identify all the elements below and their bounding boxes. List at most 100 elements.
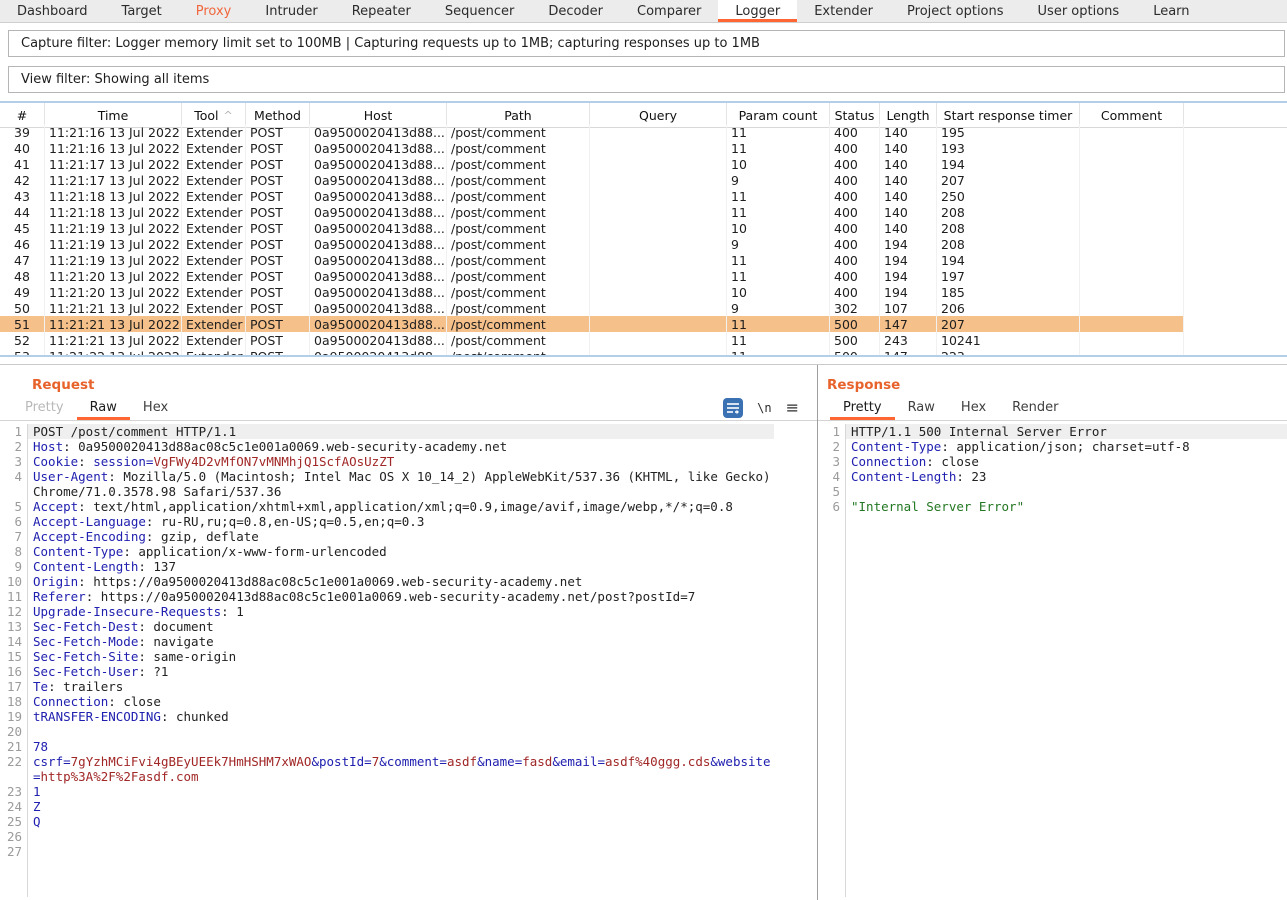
- table-row-52[interactable]: 5211:21:21 13 Jul 2022ExtenderPOST0a9500…: [0, 332, 1287, 348]
- line-number: 4: [818, 469, 846, 484]
- editor-line: 8Content-Type: application/x-www-form-ur…: [0, 544, 817, 559]
- line-content: Te: trailers: [28, 679, 774, 694]
- response-tab-raw[interactable]: Raw: [895, 395, 948, 420]
- line-number: 25: [0, 814, 28, 829]
- request-tab-pretty[interactable]: Pretty: [12, 395, 77, 420]
- table-row-51[interactable]: 5111:21:21 13 Jul 2022ExtenderPOST0a9500…: [0, 316, 1287, 332]
- editor-line: 22csrf=7gYzhMCiFvi4gBEyUEEk7HmHSHM7xWAO&…: [0, 754, 817, 784]
- table-row-39[interactable]: 3911:21:16 13 Jul 2022ExtenderPOST0a9500…: [0, 124, 1287, 140]
- tab-comparer[interactable]: Comparer: [620, 0, 718, 22]
- line-number: 20: [0, 724, 28, 739]
- editor-line: 11Referer: https://0a9500020413d88ac08c5…: [0, 589, 817, 604]
- cell-tool: Extender: [182, 300, 246, 316]
- request-tab-hex[interactable]: Hex: [130, 395, 181, 420]
- tab-logger[interactable]: Logger: [718, 0, 797, 22]
- tab-target[interactable]: Target: [105, 0, 179, 22]
- table-row-49[interactable]: 4911:21:20 13 Jul 2022ExtenderPOST0a9500…: [0, 284, 1287, 300]
- request-panel: Request PrettyRawHex \n ≡ 1POST /post/co…: [0, 365, 818, 900]
- tab-learn[interactable]: Learn: [1136, 0, 1206, 22]
- response-tab-pretty[interactable]: Pretty: [830, 395, 895, 420]
- top-tabbar: DashboardTargetProxyIntruderRepeaterSequ…: [0, 0, 1287, 23]
- table-row-43[interactable]: 4311:21:18 13 Jul 2022ExtenderPOST0a9500…: [0, 188, 1287, 204]
- cell-host: 0a9500020413d88...: [310, 268, 447, 284]
- capture-filter-text: Capture filter: Logger memory limit set …: [21, 36, 760, 51]
- response-tab-hex[interactable]: Hex: [948, 395, 999, 420]
- cell-start-response-timer: 207: [937, 172, 1080, 188]
- table-row-45[interactable]: 4511:21:19 13 Jul 2022ExtenderPOST0a9500…: [0, 220, 1287, 236]
- cell-method: POST: [246, 156, 310, 172]
- cell-time: 11:21:17 13 Jul 2022: [45, 172, 182, 188]
- request-title: Request: [0, 365, 817, 395]
- request-editor[interactable]: 1POST /post/comment HTTP/1.12Host: 0a950…: [0, 421, 817, 897]
- cell-length: 107: [880, 300, 937, 316]
- table-row-50[interactable]: 5011:21:21 13 Jul 2022ExtenderPOST0a9500…: [0, 300, 1287, 316]
- line-number: 27: [0, 844, 28, 859]
- tab-intruder[interactable]: Intruder: [248, 0, 334, 22]
- line-content: 1: [28, 784, 774, 799]
- cell-param-count: 11: [727, 188, 830, 204]
- cell-host: 0a9500020413d88...: [310, 204, 447, 220]
- tab-extender[interactable]: Extender: [797, 0, 890, 22]
- line-content: Sec-Fetch-Dest: document: [28, 619, 774, 634]
- response-editor[interactable]: 1HTTP/1.1 500 Internal Server Error2Cont…: [818, 421, 1287, 897]
- request-editor-icons: \n ≡: [723, 395, 799, 420]
- cell-path: /post/comment: [447, 188, 590, 204]
- newline-icon[interactable]: \n: [757, 401, 771, 415]
- table-row-40[interactable]: 4011:21:16 13 Jul 2022ExtenderPOST0a9500…: [0, 140, 1287, 156]
- editor-line: 18Connection: close: [0, 694, 817, 709]
- cell-id: 49: [0, 284, 45, 300]
- line-content: 78: [28, 739, 774, 754]
- cell-id: 47: [0, 252, 45, 268]
- cell-start-response-timer: 195: [937, 124, 1080, 140]
- view-filter-bar[interactable]: View filter: Showing all items: [8, 66, 1285, 93]
- table-row-44[interactable]: 4411:21:18 13 Jul 2022ExtenderPOST0a9500…: [0, 204, 1287, 220]
- line-number: 2: [818, 439, 846, 454]
- response-tab-render[interactable]: Render: [999, 395, 1071, 420]
- cell-query: [590, 332, 727, 348]
- cell-path: /post/comment: [447, 124, 590, 140]
- tab-proxy[interactable]: Proxy: [179, 0, 249, 22]
- editor-line: 12Upgrade-Insecure-Requests: 1: [0, 604, 817, 619]
- cell-filler: [1184, 172, 1287, 188]
- tab-dashboard[interactable]: Dashboard: [0, 0, 105, 22]
- wrap-icon[interactable]: [723, 398, 743, 418]
- cell-comment: [1080, 188, 1184, 204]
- tab-project-options[interactable]: Project options: [890, 0, 1021, 22]
- line-number: 5: [818, 484, 846, 499]
- line-content: Accept: text/html,application/xhtml+xml,…: [28, 499, 774, 514]
- table-row-42[interactable]: 4211:21:17 13 Jul 2022ExtenderPOST0a9500…: [0, 172, 1287, 188]
- tab-sequencer[interactable]: Sequencer: [428, 0, 531, 22]
- tab-decoder[interactable]: Decoder: [531, 0, 620, 22]
- request-tab-raw[interactable]: Raw: [77, 395, 130, 420]
- cell-tool: Extender: [182, 284, 246, 300]
- cell-status: 500: [830, 332, 880, 348]
- cell-host: 0a9500020413d88...: [310, 188, 447, 204]
- cell-host: 0a9500020413d88...: [310, 284, 447, 300]
- table-row-53[interactable]: 5311:21:22 13 Jul 2022ExtenderPOST0a9500…: [0, 348, 1287, 357]
- log-table[interactable]: #TimeTool^MethodHostPathQueryParam count…: [0, 101, 1287, 357]
- cell-param-count: 9: [727, 172, 830, 188]
- response-panel: Response PrettyRawHexRender 1HTTP/1.1 50…: [818, 365, 1287, 900]
- cell-comment: [1080, 284, 1184, 300]
- tab-repeater[interactable]: Repeater: [335, 0, 428, 22]
- table-row-41[interactable]: 4111:21:17 13 Jul 2022ExtenderPOST0a9500…: [0, 156, 1287, 172]
- cell-time: 11:21:22 13 Jul 2022: [45, 348, 182, 357]
- line-content: Connection: close: [846, 454, 1287, 469]
- table-row-46[interactable]: 4611:21:19 13 Jul 2022ExtenderPOST0a9500…: [0, 236, 1287, 252]
- table-row-47[interactable]: 4711:21:19 13 Jul 2022ExtenderPOST0a9500…: [0, 252, 1287, 268]
- line-number: 10: [0, 574, 28, 589]
- cell-time: 11:21:20 13 Jul 2022: [45, 268, 182, 284]
- cell-status: 400: [830, 156, 880, 172]
- line-content: Host: 0a9500020413d88ac08c5c1e001a0069.w…: [28, 439, 774, 454]
- line-number: 24: [0, 799, 28, 814]
- editor-line: 17Te: trailers: [0, 679, 817, 694]
- editor-menu-icon[interactable]: ≡: [786, 400, 799, 416]
- cell-time: 11:21:17 13 Jul 2022: [45, 156, 182, 172]
- editor-line: 24Z: [0, 799, 817, 814]
- cell-start-response-timer: 193: [937, 140, 1080, 156]
- capture-filter-bar[interactable]: Capture filter: Logger memory limit set …: [8, 30, 1285, 57]
- cell-path: /post/comment: [447, 300, 590, 316]
- table-row-48[interactable]: 4811:21:20 13 Jul 2022ExtenderPOST0a9500…: [0, 268, 1287, 284]
- tab-user-options[interactable]: User options: [1021, 0, 1137, 22]
- cell-query: [590, 348, 727, 357]
